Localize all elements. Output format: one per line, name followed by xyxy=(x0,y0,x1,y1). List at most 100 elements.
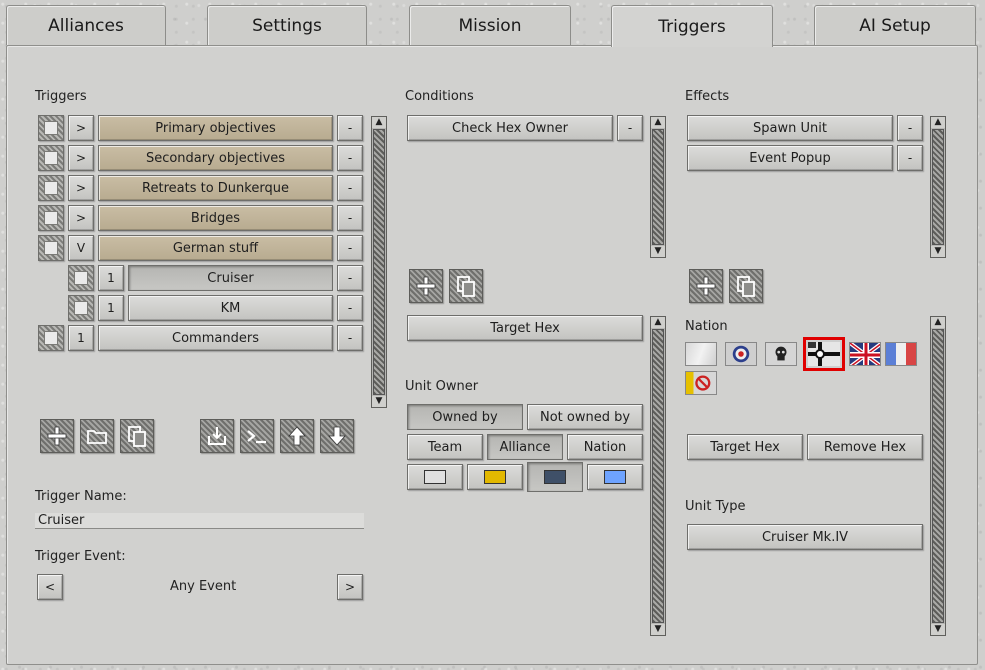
trigger-checkbox[interactable] xyxy=(38,145,64,171)
flag-skull-icon[interactable] xyxy=(765,342,797,366)
condition-item-check-hex-owner[interactable]: Check Hex Owner xyxy=(407,115,613,141)
tab-triggers[interactable]: Triggers xyxy=(611,5,773,47)
tab-alliances[interactable]: Alliances xyxy=(6,5,166,45)
scroll-thumb[interactable] xyxy=(373,129,385,395)
unit-owner-label: Unit Owner xyxy=(405,379,479,394)
event-next-button[interactable]: > xyxy=(337,574,363,600)
effect-remove-button[interactable]: - xyxy=(897,145,923,171)
scroll-up-arrow[interactable]: ▲ xyxy=(651,117,665,128)
plus-icon xyxy=(416,276,436,296)
scroll-down-arrow[interactable]: ▼ xyxy=(651,624,665,635)
trigger-list-scrollbar[interactable]: ▲ ▼ xyxy=(371,116,387,408)
trigger-expand-button[interactable]: > xyxy=(68,175,94,201)
tab-settings[interactable]: Settings xyxy=(207,5,367,45)
scroll-up-arrow[interactable]: ▲ xyxy=(931,117,945,128)
copy-trigger-button[interactable] xyxy=(120,419,154,453)
trigger-event-label: Trigger Event: xyxy=(35,549,126,564)
effects-scrollbar[interactable]: ▲ ▼ xyxy=(930,116,946,258)
folder-button[interactable] xyxy=(80,419,114,453)
trigger-name-input[interactable]: Cruiser xyxy=(35,513,364,529)
tab-mission[interactable]: Mission xyxy=(409,5,571,45)
color-option-blue[interactable] xyxy=(587,464,643,490)
copy-condition-button[interactable] xyxy=(449,269,483,303)
scroll-up-arrow[interactable]: ▲ xyxy=(651,317,665,328)
move-down-button[interactable] xyxy=(320,419,354,453)
copy-effect-button[interactable] xyxy=(729,269,763,303)
not-owned-by-toggle[interactable]: Not owned by xyxy=(527,404,643,430)
scroll-thumb[interactable] xyxy=(652,129,664,245)
trigger-remove-button[interactable]: - xyxy=(337,265,363,291)
trigger-expand-button[interactable]: V xyxy=(68,235,94,261)
condition-remove-button[interactable]: - xyxy=(617,115,643,141)
effect-details-scrollbar[interactable]: ▲ ▼ xyxy=(930,316,946,636)
scroll-thumb[interactable] xyxy=(932,129,944,245)
scroll-down-arrow[interactable]: ▼ xyxy=(931,246,945,257)
color-option-white[interactable] xyxy=(407,464,463,490)
trigger-item-german-stuff[interactable]: German stuff xyxy=(98,235,333,261)
effect-item-spawn-unit[interactable]: Spawn Unit xyxy=(687,115,893,141)
trigger-count[interactable]: 1 xyxy=(68,325,94,351)
trigger-checkbox[interactable] xyxy=(38,175,64,201)
trigger-remove-button[interactable]: - xyxy=(337,325,363,351)
scroll-up-arrow[interactable]: ▲ xyxy=(372,117,386,128)
trigger-checkbox[interactable] xyxy=(38,115,64,141)
trigger-checkbox[interactable] xyxy=(38,235,64,261)
trigger-item-km[interactable]: KM xyxy=(128,295,333,321)
color-option-yellow[interactable] xyxy=(467,464,523,490)
condition-target-hex-button[interactable]: Target Hex xyxy=(407,315,643,341)
alliance-toggle[interactable]: Alliance xyxy=(487,434,563,460)
trigger-count[interactable]: 1 xyxy=(98,295,124,321)
trigger-checkbox[interactable] xyxy=(68,295,94,321)
trigger-remove-button[interactable]: - xyxy=(337,115,363,141)
color-option-navy[interactable] xyxy=(527,462,583,492)
trigger-checkbox[interactable] xyxy=(38,205,64,231)
tab-ai-setup[interactable]: AI Setup xyxy=(814,5,976,45)
unit-type-selector[interactable]: Cruiser Mk.IV xyxy=(687,524,923,550)
trigger-remove-button[interactable]: - xyxy=(337,295,363,321)
effect-target-hex-button[interactable]: Target Hex xyxy=(687,434,803,460)
condition-details-scrollbar[interactable]: ▲ ▼ xyxy=(650,316,666,636)
add-trigger-button[interactable] xyxy=(40,419,74,453)
trigger-remove-button[interactable]: - xyxy=(337,145,363,171)
flag-none-icon[interactable] xyxy=(685,371,717,395)
trigger-item-secondary-objectives[interactable]: Secondary objectives xyxy=(98,145,333,171)
trigger-item-retreats[interactable]: Retreats to Dunkerque xyxy=(98,175,333,201)
event-prev-button[interactable]: < xyxy=(37,574,63,600)
flag-german-selected-icon[interactable] xyxy=(803,337,845,371)
team-toggle[interactable]: Team xyxy=(407,434,483,460)
add-effect-button[interactable] xyxy=(689,269,723,303)
conditions-scrollbar[interactable]: ▲ ▼ xyxy=(650,116,666,258)
remove-hex-button[interactable]: Remove Hex xyxy=(807,434,923,460)
console-button[interactable] xyxy=(240,419,274,453)
nation-toggle[interactable]: Nation xyxy=(567,434,643,460)
trigger-item-primary-objectives[interactable]: Primary objectives xyxy=(98,115,333,141)
trigger-remove-button[interactable]: - xyxy=(337,235,363,261)
flag-france-icon[interactable] xyxy=(885,342,917,366)
move-up-button[interactable] xyxy=(280,419,314,453)
effect-item-event-popup[interactable]: Event Popup xyxy=(687,145,893,171)
scroll-thumb[interactable] xyxy=(652,329,664,623)
trigger-item-bridges[interactable]: Bridges xyxy=(98,205,333,231)
trigger-count[interactable]: 1 xyxy=(98,265,124,291)
scroll-down-arrow[interactable]: ▼ xyxy=(931,624,945,635)
trigger-item-cruiser[interactable]: Cruiser xyxy=(128,265,333,291)
scroll-down-arrow[interactable]: ▼ xyxy=(372,396,386,407)
scroll-up-arrow[interactable]: ▲ xyxy=(931,317,945,328)
import-button[interactable] xyxy=(200,419,234,453)
owned-by-toggle[interactable]: Owned by xyxy=(407,404,523,430)
flag-neutral-icon[interactable] xyxy=(685,342,717,366)
flag-raf-roundel-icon[interactable] xyxy=(725,342,757,366)
trigger-expand-button[interactable]: > xyxy=(68,145,94,171)
scroll-down-arrow[interactable]: ▼ xyxy=(651,246,665,257)
trigger-expand-button[interactable]: > xyxy=(68,205,94,231)
effect-remove-button[interactable]: - xyxy=(897,115,923,141)
trigger-checkbox[interactable] xyxy=(38,325,64,351)
trigger-item-commanders[interactable]: Commanders xyxy=(98,325,333,351)
trigger-expand-button[interactable]: > xyxy=(68,115,94,141)
trigger-remove-button[interactable]: - xyxy=(337,175,363,201)
add-condition-button[interactable] xyxy=(409,269,443,303)
trigger-checkbox[interactable] xyxy=(68,265,94,291)
flag-uk-icon[interactable] xyxy=(849,342,881,366)
scroll-thumb[interactable] xyxy=(932,329,944,623)
trigger-remove-button[interactable]: - xyxy=(337,205,363,231)
